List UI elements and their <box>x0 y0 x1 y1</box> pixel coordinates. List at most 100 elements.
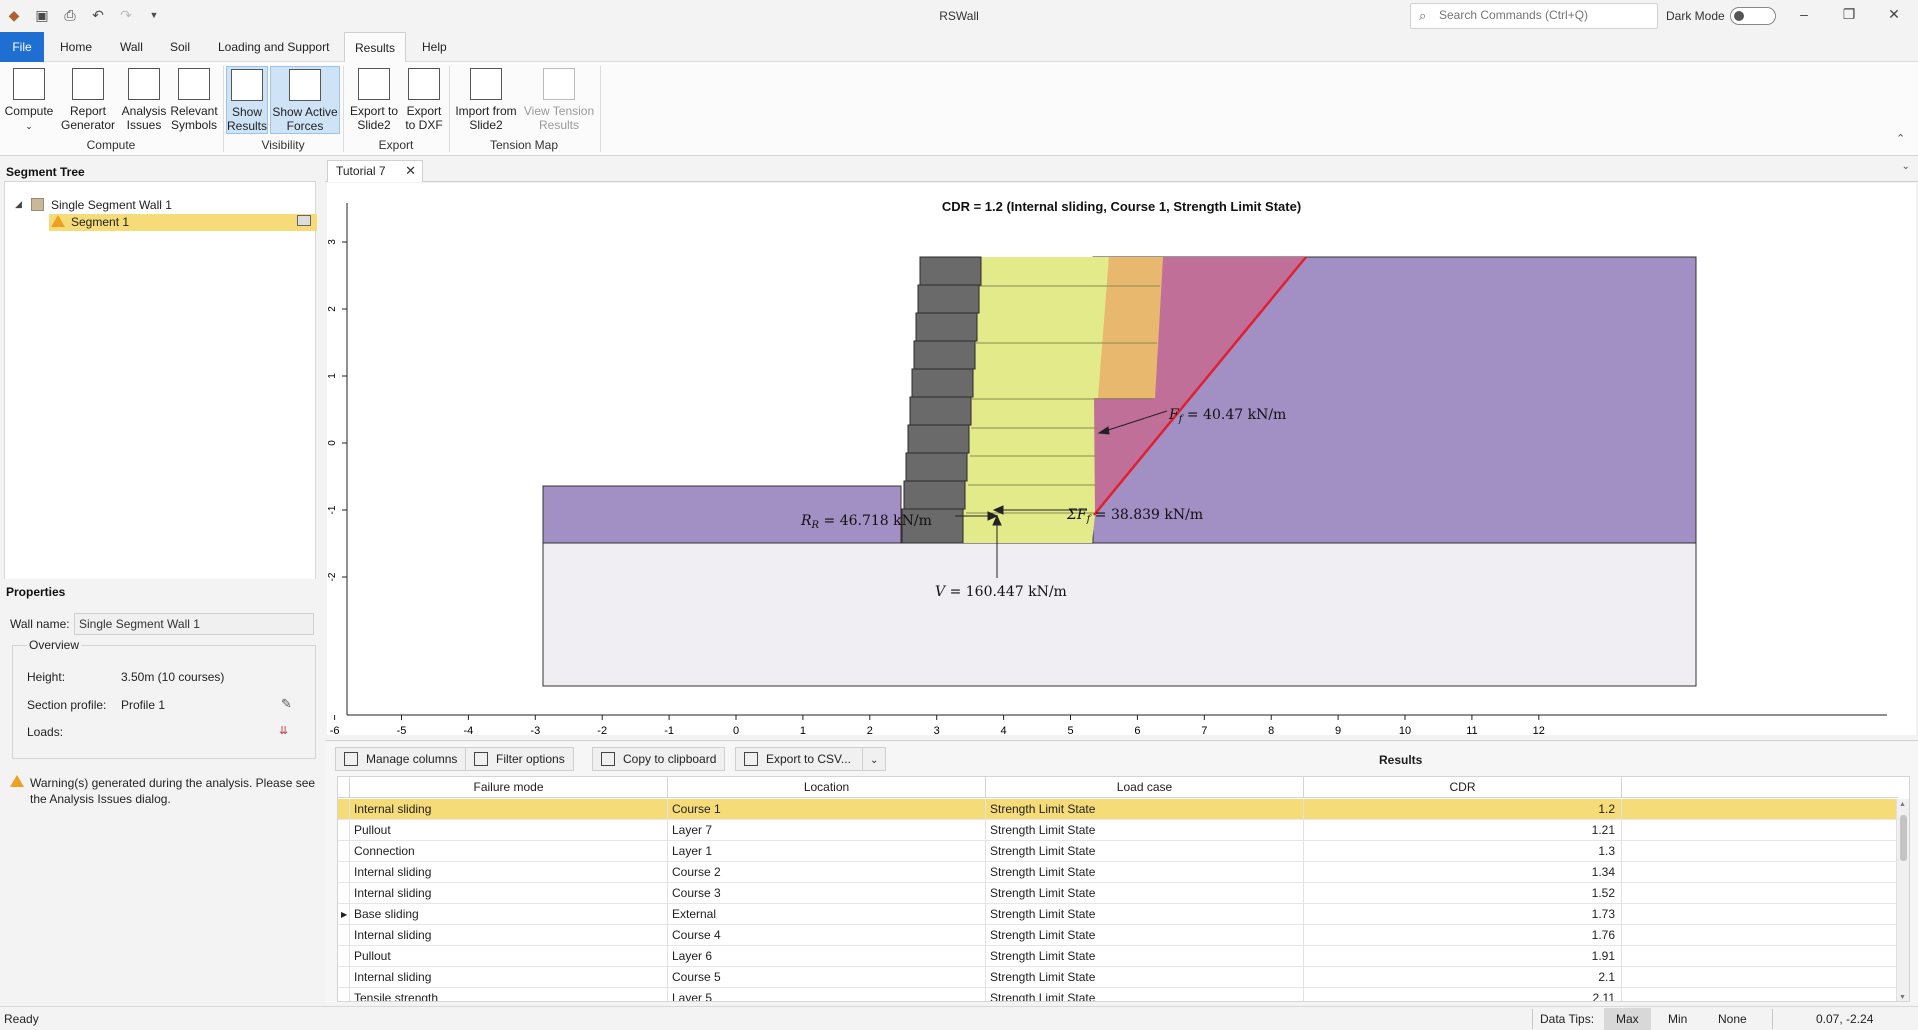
close-window-icon[interactable]: ✕ <box>1884 6 1904 23</box>
wall-name-field[interactable]: Single Segment Wall 1 <box>74 613 314 635</box>
tab-file[interactable]: File <box>0 32 44 62</box>
data-tips-max-button[interactable]: Max <box>1604 1008 1651 1030</box>
table-row[interactable]: Tensile strength Layer 5 Strength Limit St… <box>338 988 1898 1001</box>
x-tick-label: -4 <box>464 725 474 735</box>
tab-results[interactable]: Results <box>344 32 407 63</box>
tree-segment-1[interactable]: Segment 1 <box>71 215 129 229</box>
y-tick-label: 0 <box>327 440 338 446</box>
show-active-forces-button[interactable]: Show Active Forces <box>270 66 340 134</box>
table-row[interactable]: ▶ Base sliding External Strength Limit Stat… <box>338 904 1898 925</box>
show-results-button[interactable]: Show Results <box>226 66 268 134</box>
cell-location: Course 3 <box>668 883 986 904</box>
table-header: Failure mode Location Load case CDR <box>338 777 1898 798</box>
tab-list-chevron-icon[interactable]: ⌄ <box>1902 161 1910 172</box>
tab-help[interactable]: Help <box>412 32 457 62</box>
view-tension-results-button[interactable]: View Tension Results <box>522 66 596 132</box>
x-tick-label: 1 <box>800 725 806 735</box>
warning-message: Warning(s) generated during the analysis… <box>30 776 316 806</box>
import-from-slide2-button[interactable]: Import from Slide2 <box>452 66 520 132</box>
table-row[interactable]: Internal sliding Course 2 Strength Limit S… <box>338 862 1898 883</box>
row-header[interactable] <box>338 883 350 904</box>
relevant-symbols-button[interactable]: Relevant Symbols <box>168 66 220 132</box>
row-header[interactable] <box>338 925 350 946</box>
edit-profile-icon[interactable]: ✎ <box>281 696 292 712</box>
search-commands[interactable]: ⌕ <box>1410 3 1658 29</box>
analysis-issues-button[interactable]: Analysis Issues <box>120 66 168 132</box>
tab-loading-support[interactable]: Loading and Support <box>208 32 339 62</box>
column-failure-mode[interactable]: Failure mode <box>350 777 668 798</box>
row-header[interactable] <box>338 967 350 988</box>
search-icon: ⌕ <box>1419 8 1427 23</box>
tab-home[interactable]: Home <box>50 32 102 62</box>
model-view[interactable]: CDR = 1.2 (Internal sliding, Course 1, S… <box>327 183 1916 735</box>
quick-access-toolbar: ◆ ▣ ⎙ ↶ ↷ ▼ <box>6 7 162 23</box>
x-tick-label: -6 <box>330 725 340 735</box>
expand-icon[interactable]: ◢ <box>15 199 22 210</box>
tree-root-wall[interactable]: Single Segment Wall 1 <box>51 198 172 212</box>
filter-options-button[interactable]: Filter options <box>465 747 574 771</box>
scrollbar-thumb[interactable] <box>1900 815 1907 861</box>
segment-tree-header: Segment Tree <box>6 165 85 179</box>
x-tick-label: 4 <box>1001 725 1007 735</box>
manage-columns-button[interactable]: Manage columns <box>335 747 467 771</box>
save-icon[interactable]: ▣ <box>34 7 50 23</box>
minimize-icon[interactable]: – <box>1794 6 1814 22</box>
copy-to-clipboard-button[interactable]: Copy to clipboard <box>592 747 726 771</box>
print-icon[interactable]: ⎙ <box>62 7 78 23</box>
export-dropdown-button[interactable]: ⌄ <box>862 747 886 771</box>
export-csv-button[interactable]: Export to CSV... <box>735 747 863 771</box>
group-export-label: Export <box>378 138 414 152</box>
row-header[interactable] <box>338 862 350 883</box>
height-value: 3.50m (10 courses) <box>121 670 225 684</box>
data-tips-min-button[interactable]: Min <box>1656 1008 1699 1030</box>
restore-icon[interactable]: ❐ <box>1839 6 1859 23</box>
redo-icon[interactable]: ↷ <box>118 7 134 23</box>
customize-toolbar-icon[interactable]: ▼ <box>146 7 162 23</box>
ribbon-separator <box>600 66 601 152</box>
row-header[interactable] <box>338 988 350 1001</box>
row-header[interactable]: ▶ <box>338 904 350 925</box>
compute-button[interactable]: Compute ⌄ <box>4 66 54 133</box>
column-load-case[interactable]: Load case <box>986 777 1304 798</box>
segment-view-icon[interactable] <box>297 215 311 226</box>
row-header[interactable] <box>338 799 350 820</box>
column-location[interactable]: Location <box>668 777 986 798</box>
export-to-dxf-button[interactable]: Export to DXF <box>402 66 446 132</box>
row-header[interactable] <box>338 820 350 841</box>
table-row[interactable]: Internal sliding Course 4 Strength Limit S… <box>338 925 1898 946</box>
table-row[interactable]: Connection Layer 1 Strength Limit State 1.3 <box>338 841 1898 862</box>
scroll-down-icon[interactable]: ▼ <box>1899 994 1906 1001</box>
close-tab-icon[interactable]: ✕ <box>405 163 416 179</box>
export-to-slide2-button[interactable]: Export to Slide2 <box>348 66 400 132</box>
ff-label: Ff = 40.47 kN/m <box>1168 407 1286 425</box>
report-generator-button[interactable]: Report Generator <box>58 66 118 132</box>
scroll-up-icon[interactable]: ▲ <box>1899 801 1906 808</box>
column-cdr[interactable]: CDR <box>1304 777 1622 798</box>
tab-soil[interactable]: Soil <box>160 32 200 62</box>
cell-load-case: Strength Limit State <box>986 862 1304 883</box>
table-row[interactable]: Pullout Layer 6 Strength Limit State 1.91 <box>338 946 1898 967</box>
wall-model-drawing: 43210-1-2 -6-5-4-3-2-10123456789101112 <box>327 203 1887 735</box>
loads-icon[interactable]: ⇊ <box>279 724 288 737</box>
cell-location: Course 2 <box>668 862 986 883</box>
row-header[interactable] <box>338 946 350 967</box>
table-row[interactable]: Internal sliding Course 5 Strength Limit S… <box>338 967 1898 988</box>
table-row[interactable]: Pullout Layer 7 Strength Limit State 1.21 <box>338 820 1898 841</box>
data-tips-none-button[interactable]: None <box>1706 1008 1759 1030</box>
search-input[interactable] <box>1439 8 1649 22</box>
row-header[interactable] <box>338 841 350 862</box>
cell-failure-mode: Pullout <box>350 820 668 841</box>
dark-mode-toggle[interactable] <box>1730 7 1776 25</box>
table-row[interactable]: Internal sliding Course 3 Strength Limit S… <box>338 883 1898 904</box>
tab-tutorial-7[interactable]: Tutorial 7 ✕ <box>327 160 423 182</box>
filter-icon <box>474 752 488 766</box>
cell-load-case: Strength Limit State <box>986 988 1304 1001</box>
table-row[interactable]: Internal sliding Course 1 Strength Limit S… <box>338 799 1898 820</box>
sum-ff-label: ΣFf = 38.839 kN/m <box>1066 507 1203 525</box>
undo-icon[interactable]: ↶ <box>90 7 106 23</box>
data-tips-label: Data Tips: <box>1540 1012 1595 1026</box>
tab-wall[interactable]: Wall <box>110 32 153 62</box>
collapse-ribbon-icon[interactable]: ⌃ <box>1896 132 1905 145</box>
y-tick-label: 1 <box>327 373 338 379</box>
table-scrollbar[interactable]: ▲ ▼ <box>1896 799 1909 1001</box>
